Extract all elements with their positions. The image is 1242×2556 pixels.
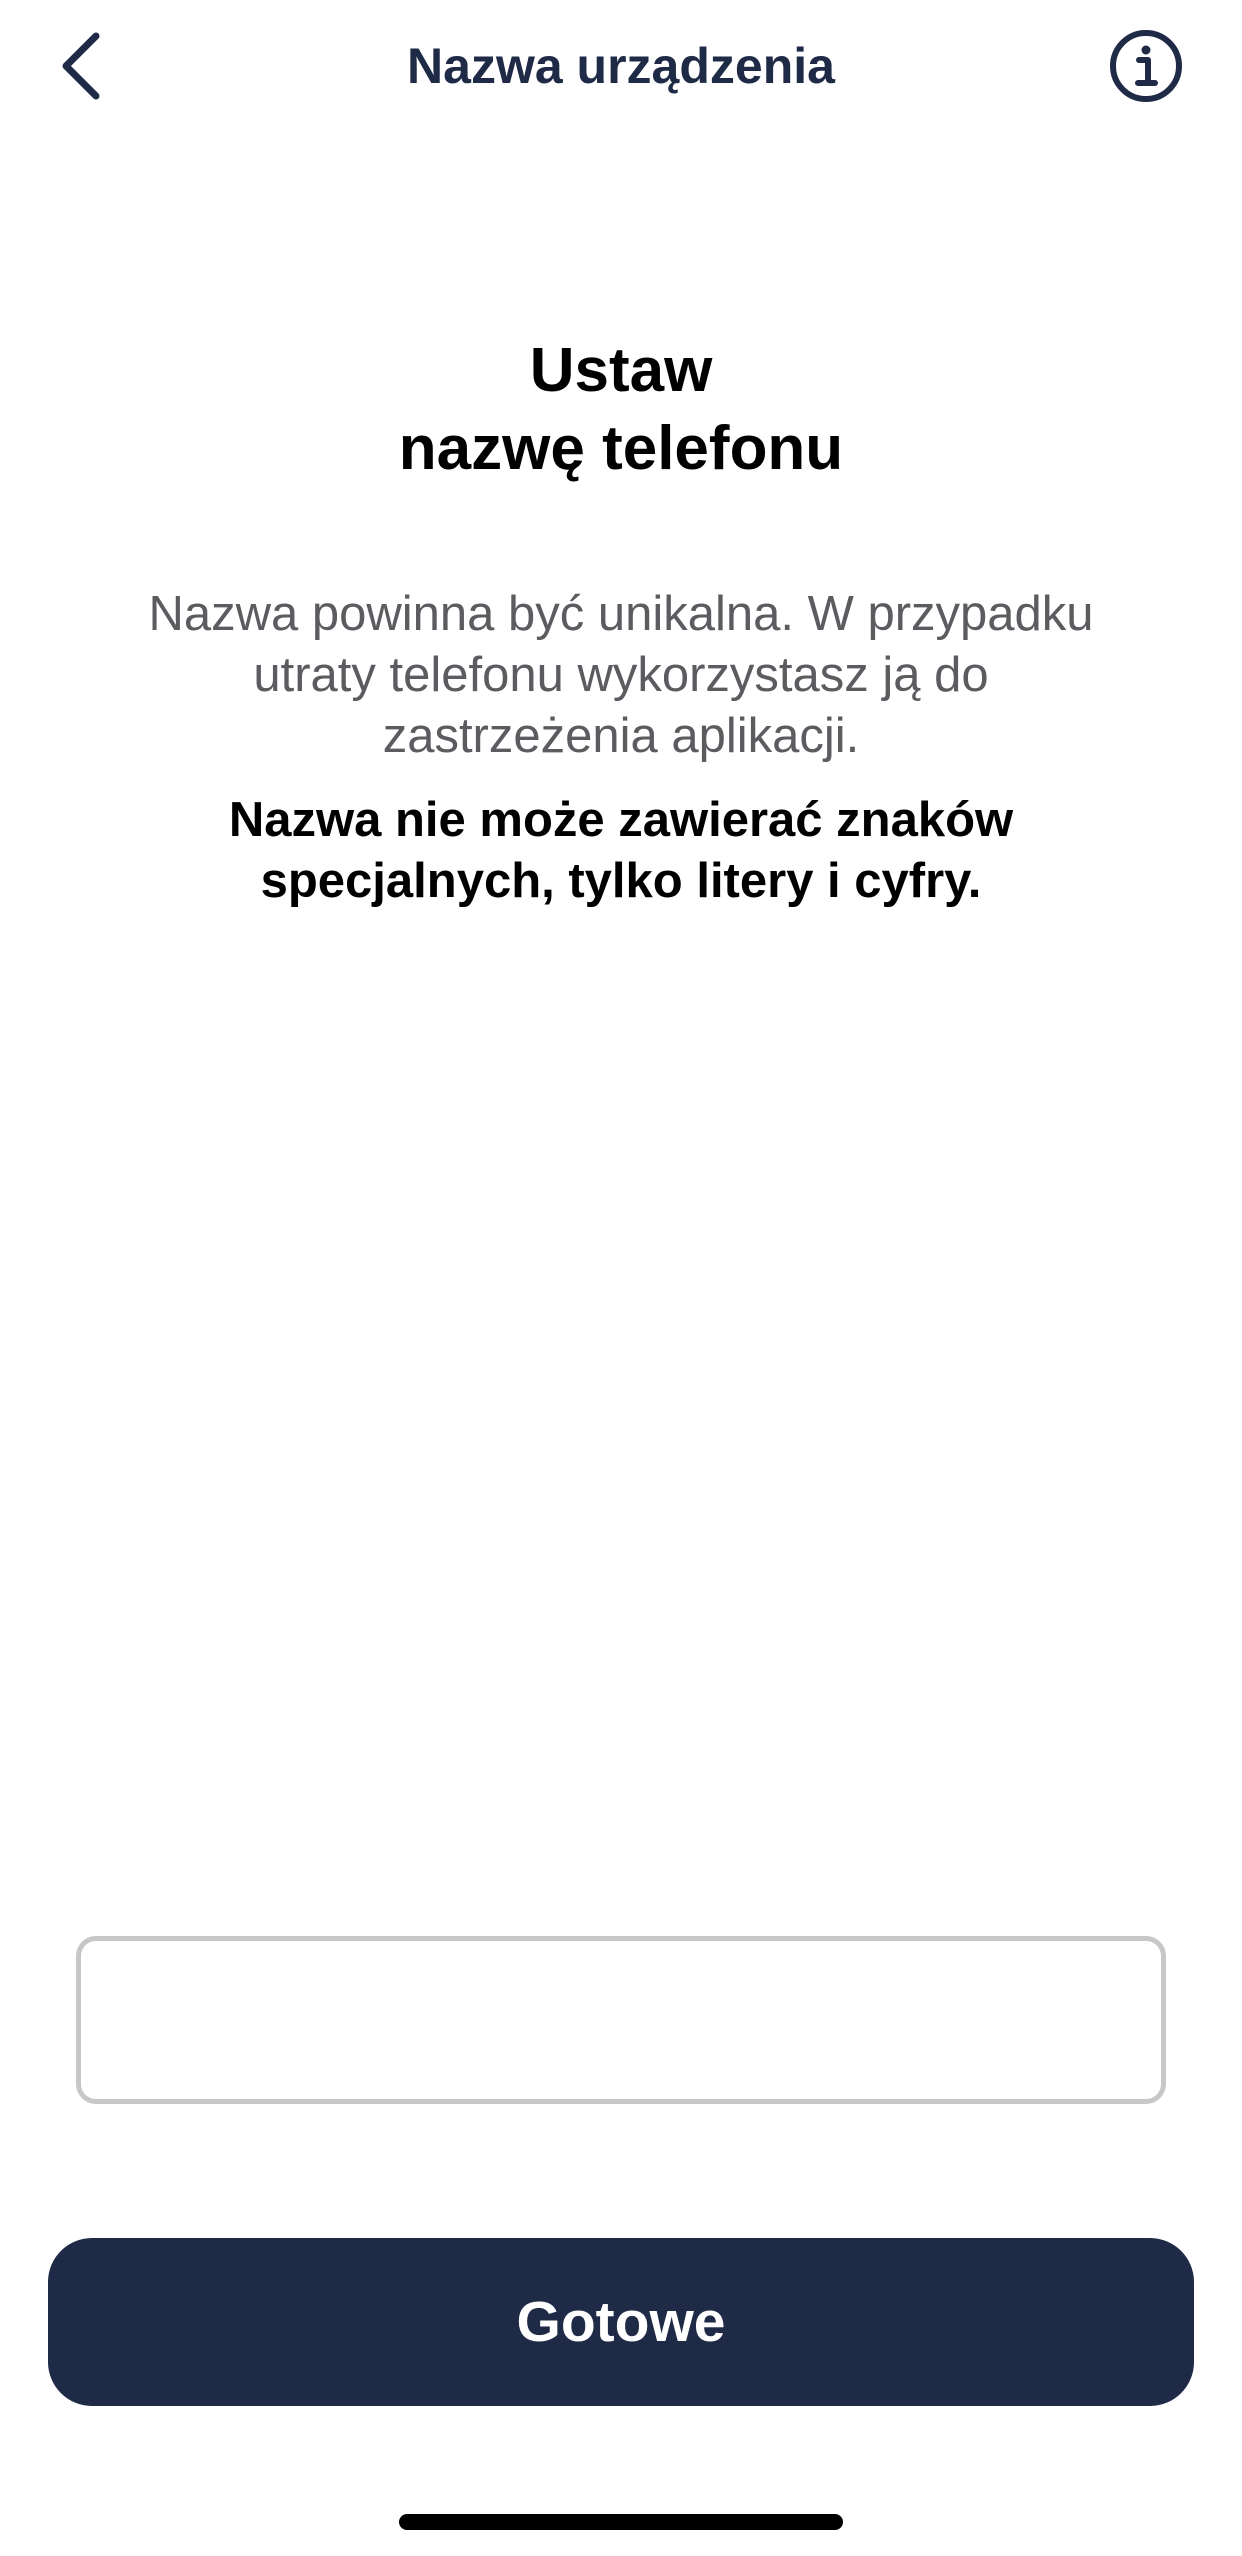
back-button[interactable]	[40, 20, 120, 112]
info-button[interactable]	[1108, 28, 1184, 104]
nav-header: Nazwa urządzenia	[0, 0, 1242, 140]
warning-text: Nazwa nie może zawierać znaków specjalny…	[228, 793, 1014, 908]
done-button[interactable]: Gotowe	[48, 2238, 1194, 2406]
chevron-left-icon	[62, 32, 100, 100]
heading-line-1: Ustaw	[529, 336, 713, 405]
device-name-input[interactable]	[76, 1936, 1166, 2104]
screen: Nazwa urządzenia Ustaw nazwę telefonu Na…	[0, 0, 1242, 2556]
heading: Ustaw nazwę telefonu	[100, 332, 1142, 488]
info-circle-icon	[1110, 30, 1182, 102]
page-title: Nazwa urządzenia	[407, 38, 835, 94]
heading-line-2: nazwę telefonu	[398, 414, 844, 483]
description-text: Nazwa powinna być unikalna. W przypadku …	[148, 587, 1094, 763]
home-indicator	[399, 2514, 843, 2530]
